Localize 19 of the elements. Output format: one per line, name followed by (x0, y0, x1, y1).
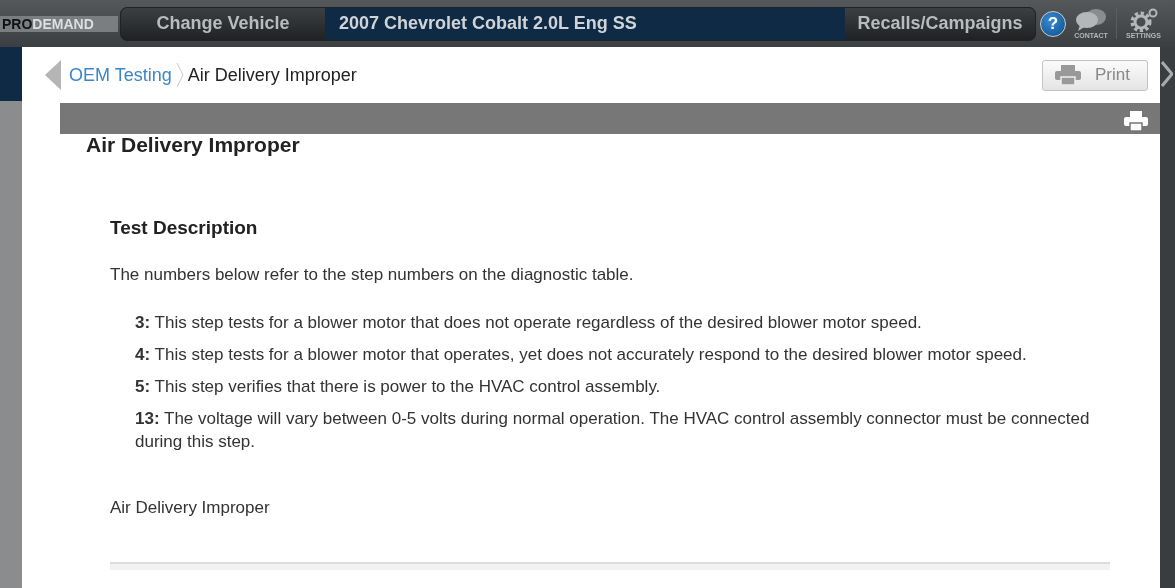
step-description: 4: This step tests for a blower motor that operates, yet does not accurately respond to the desired blower motor speed. (135, 344, 1028, 366)
vehicle-name: 2007 Chevrolet Cobalt 2.0L Eng SS (325, 7, 845, 40)
section-heading: Test Description (110, 217, 259, 239)
table-caption: Air Delivery Improper (110, 498, 271, 518)
breadcrumb-link[interactable]: OEM Testing (69, 64, 172, 86)
help-button[interactable]: ? (1040, 10, 1066, 37)
intro-text: The numbers below refer to the step numbers on the diagnostic table. (110, 265, 635, 285)
document-title: Air Delivery Improper (86, 133, 301, 157)
change-vehicle-button[interactable]: Change Vehicle (121, 7, 325, 40)
breadcrumb-current: Air Delivery Improper (187, 64, 357, 86)
printer-icon (1055, 65, 1081, 85)
breadcrumb-separator-icon (175, 62, 184, 88)
step-description: 5: This step verifies that there is power to the HVAC control assembly. (135, 376, 662, 398)
print-icon[interactable] (1124, 110, 1148, 131)
print-button[interactable]: Print (1042, 59, 1148, 91)
logo: PRODEMAND (0, 15, 118, 32)
step-description: 3: This step tests for a blower motor that does not operate regardless of the desired blower motor speed. (135, 312, 923, 334)
recalls-button[interactable]: Recalls/Campaigns (845, 7, 1035, 40)
step-description: 13: The voltage will vary between 0-5 volts during normal operation. The HVAC control assembly connector must be connected during this step. (135, 408, 1091, 453)
